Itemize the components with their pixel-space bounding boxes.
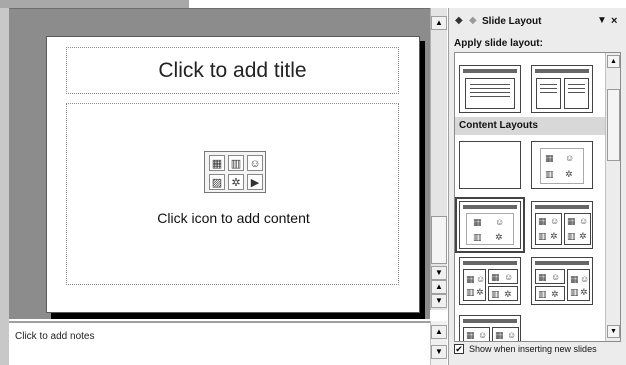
table-icon[interactable]: ▦: [209, 155, 225, 171]
notes-scrollbar[interactable]: ▲ ▼: [430, 321, 447, 365]
notes-scroll-down-icon[interactable]: ▼: [431, 345, 447, 359]
close-icon[interactable]: ×: [611, 15, 617, 27]
scrollbar-thumb[interactable]: [431, 216, 447, 264]
content-layouts-section: Content Layouts: [455, 117, 605, 135]
task-pane-header: ◆ ◆ Slide Layout ▼ ×: [449, 15, 626, 31]
show-when-inserting-label[interactable]: Show when inserting new slides: [469, 344, 597, 354]
content-icon-palette: ▦ ▥ ☺ ▨ ✲ ▶: [204, 151, 266, 193]
notes-scroll-up-icon[interactable]: ▲: [431, 325, 447, 339]
task-pane-title[interactable]: Slide Layout: [482, 16, 541, 27]
gallery-scrollbar-thumb[interactable]: [607, 89, 620, 161]
layout-title-and-2-content[interactable]: ▦ ☺ ▥ ✲ ▦ ☺ ▥ ✲: [531, 201, 593, 249]
top-strip-right: [189, 0, 626, 8]
next-slide-icon[interactable]: ▼: [431, 294, 447, 308]
left-edge: [0, 8, 9, 365]
notes-pane[interactable]: Click to add notes: [9, 321, 430, 365]
dropdown-icon[interactable]: ▼: [597, 15, 607, 26]
slide-layout-task-pane: ◆ ◆ Slide Layout ▼ × Apply slide layout:…: [448, 8, 626, 365]
diagram-icon[interactable]: ✲: [228, 174, 244, 190]
notes-placeholder[interactable]: Click to add notes: [15, 331, 95, 342]
back-icon[interactable]: ◆: [455, 15, 463, 26]
gallery-scrollbar[interactable]: ▲ ▼: [605, 53, 620, 341]
layout-title-and-text[interactable]: [459, 65, 521, 113]
clipart-icon[interactable]: ☺: [247, 155, 263, 171]
layout-title-and-4-content[interactable]: ▦ ☺ ▦ ☺: [459, 315, 521, 341]
content-caption: Click icon to add content: [157, 210, 310, 226]
title-placeholder[interactable]: Click to add title: [66, 47, 399, 94]
scroll-down-icon[interactable]: ▼: [431, 266, 447, 280]
picture-icon[interactable]: ▨: [209, 174, 225, 190]
layout-title-and-content[interactable]: ▦ ☺ ▥ ✲: [455, 197, 525, 253]
content-placeholder[interactable]: ▦ ▥ ☺ ▨ ✲ ▶ Click icon to add content: [66, 103, 399, 285]
apply-layout-label: Apply slide layout:: [454, 38, 543, 49]
top-strip-left: [0, 0, 189, 8]
layout-title-content-and-2-content[interactable]: ▦ ☺ ▥ ✲ ▦ ☺ ▥ ✲: [459, 257, 521, 305]
media-clip-icon[interactable]: ▶: [247, 174, 263, 190]
previous-slide-icon[interactable]: ▲: [431, 280, 447, 294]
show-when-inserting-checkbox[interactable]: ✔: [454, 344, 464, 354]
slide-canvas[interactable]: Click to add title ▦ ▥ ☺ ▨ ✲ ▶ Click ico…: [46, 36, 420, 313]
editing-pane-scrollbar[interactable]: ▲ ▼ ▲ ▼: [430, 8, 447, 310]
gallery-scroll-up-icon[interactable]: ▲: [607, 55, 620, 68]
layout-content[interactable]: ▦ ☺ ▥ ✲: [531, 141, 593, 189]
layout-blank[interactable]: [459, 141, 521, 189]
scroll-up-icon[interactable]: ▲: [431, 16, 447, 30]
forward-icon[interactable]: ◆: [469, 15, 477, 26]
layout-title-2-content-and-content[interactable]: ▦ ☺ ▥ ✲ ▦ ☺ ▥ ✲: [531, 257, 593, 305]
gallery-scroll-down-icon[interactable]: ▼: [607, 325, 620, 338]
layout-gallery: Content Layouts ▦ ☺ ▥ ✲ ▦ ☺ ▥ ✲ ▦ ☺ ▥ ✲ …: [454, 52, 621, 342]
slide-editing-pane: Click to add title ▦ ▥ ☺ ▨ ✲ ▶ Click ico…: [9, 8, 430, 319]
chart-icon[interactable]: ▥: [228, 155, 244, 171]
layout-title-and-two-column-text[interactable]: [531, 65, 593, 113]
